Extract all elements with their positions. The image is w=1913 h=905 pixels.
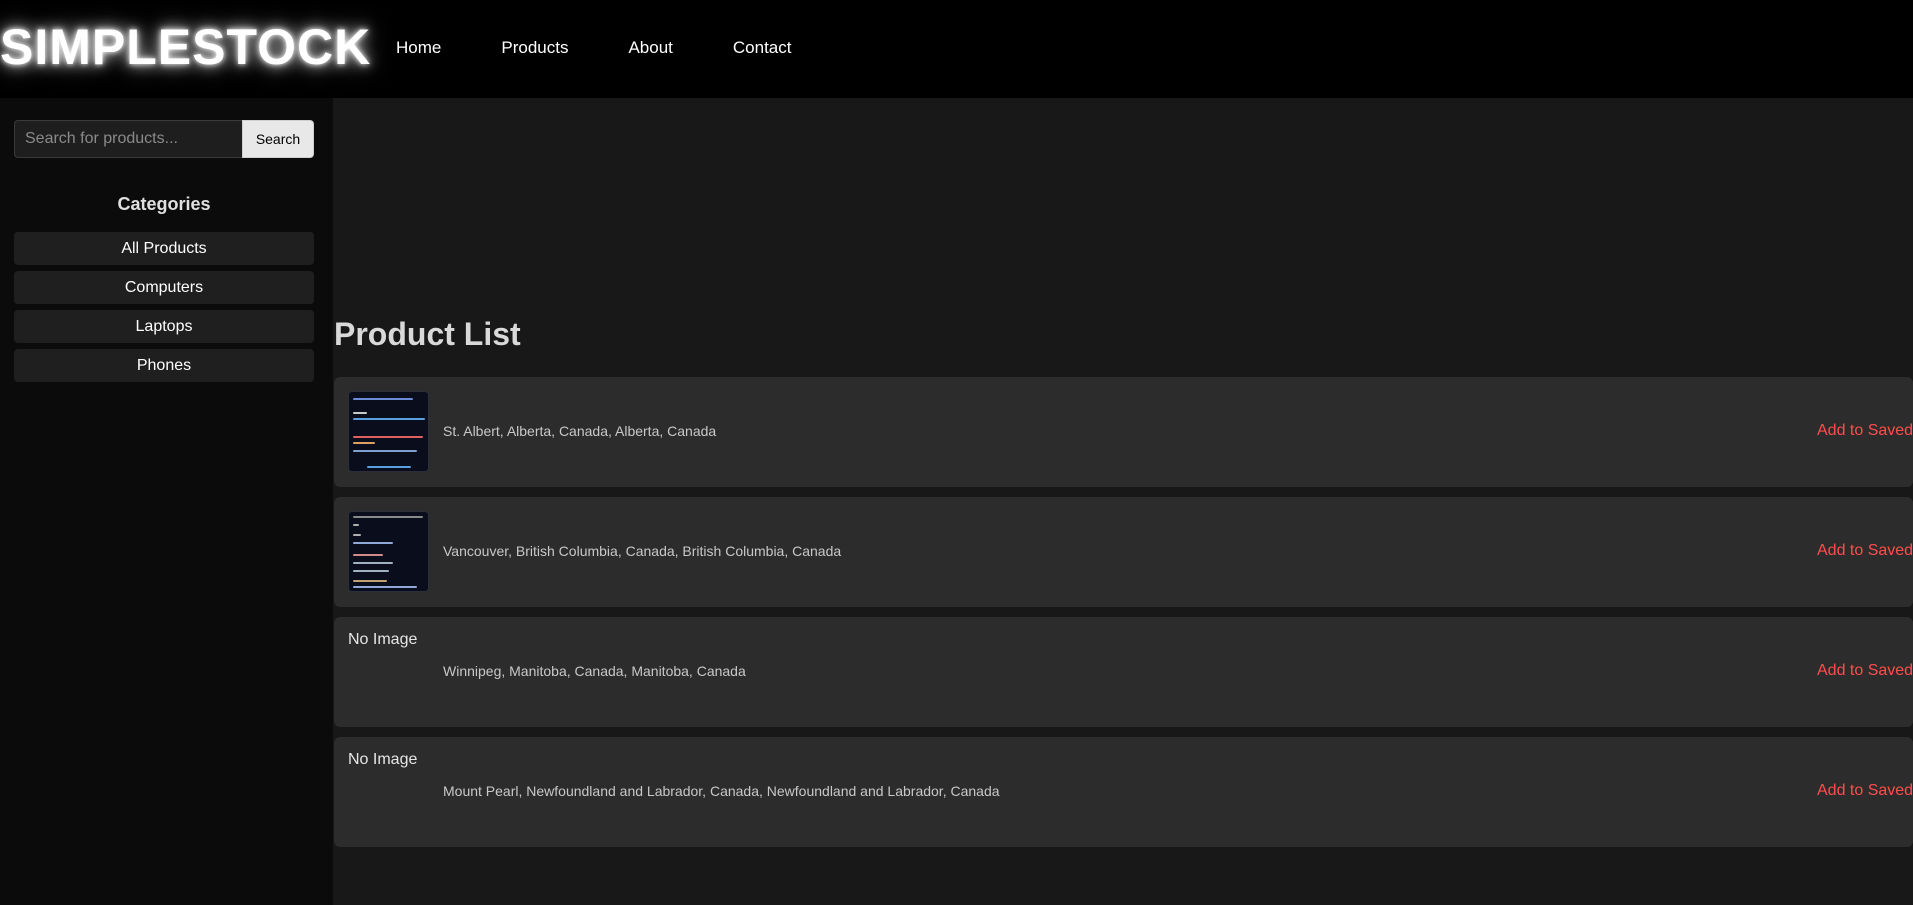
broken-image-icon[interactable]: No Image bbox=[348, 631, 429, 712]
category-laptops[interactable]: Laptops bbox=[14, 310, 314, 343]
nav-about[interactable]: About bbox=[628, 37, 672, 59]
main-content: Product List St. Albert, Alberta, Canada… bbox=[333, 98, 1913, 905]
broken-image-icon[interactable]: No Image bbox=[348, 751, 429, 832]
product-image-alt: No Image bbox=[348, 631, 418, 648]
product-name: St. Albert, Alberta, Canada, Alberta, Ca… bbox=[443, 423, 717, 439]
search-button[interactable]: Search bbox=[242, 120, 314, 158]
category-all-products[interactable]: All Products bbox=[14, 232, 314, 265]
nav-products[interactable]: Products bbox=[501, 37, 568, 59]
nav-home[interactable]: Home bbox=[396, 37, 441, 59]
product-name: Vancouver, British Columbia, Canada, Bri… bbox=[443, 543, 842, 559]
product-row[interactable]: Vancouver, British Columbia, Canada, Bri… bbox=[334, 497, 1913, 607]
product-name: Mount Pearl, Newfoundland and Labrador, … bbox=[443, 783, 1000, 799]
category-computers[interactable]: Computers bbox=[14, 271, 314, 304]
categories-heading: Categories bbox=[117, 194, 211, 214]
category-list: All Products Computers Laptops Phones bbox=[14, 232, 314, 388]
add-to-saved-link[interactable]: Add to Saved bbox=[1817, 782, 1913, 800]
search-bar: Search bbox=[14, 120, 314, 158]
category-phones[interactable]: Phones bbox=[14, 349, 314, 382]
product-list: St. Albert, Alberta, Canada, Alberta, Ca… bbox=[334, 377, 1913, 857]
product-row[interactable]: No Image Mount Pearl, Newfoundland and L… bbox=[334, 737, 1913, 847]
header: SIMPLESTOCK Home Products About Contact bbox=[0, 0, 1913, 98]
product-image[interactable] bbox=[348, 391, 429, 472]
site-logo[interactable]: SIMPLESTOCK bbox=[0, 14, 371, 80]
sidebar: Search Categories All Products Computers… bbox=[0, 98, 333, 905]
add-to-saved-link[interactable]: Add to Saved bbox=[1817, 542, 1913, 560]
product-row[interactable]: St. Albert, Alberta, Canada, Alberta, Ca… bbox=[334, 377, 1913, 487]
add-to-saved-link[interactable]: Add to Saved bbox=[1817, 422, 1913, 440]
product-name: Winnipeg, Manitoba, Canada, Manitoba, Ca… bbox=[443, 663, 746, 679]
product-row[interactable]: No Image Winnipeg, Manitoba, Canada, Man… bbox=[334, 617, 1913, 727]
product-image-alt: No Image bbox=[348, 751, 418, 768]
search-input[interactable] bbox=[14, 120, 242, 158]
page-title: Product List bbox=[334, 316, 521, 352]
add-to-saved-link[interactable]: Add to Saved bbox=[1817, 662, 1913, 680]
product-image[interactable] bbox=[348, 511, 429, 592]
main-nav: Home Products About Contact bbox=[396, 37, 851, 59]
nav-contact[interactable]: Contact bbox=[733, 37, 792, 59]
